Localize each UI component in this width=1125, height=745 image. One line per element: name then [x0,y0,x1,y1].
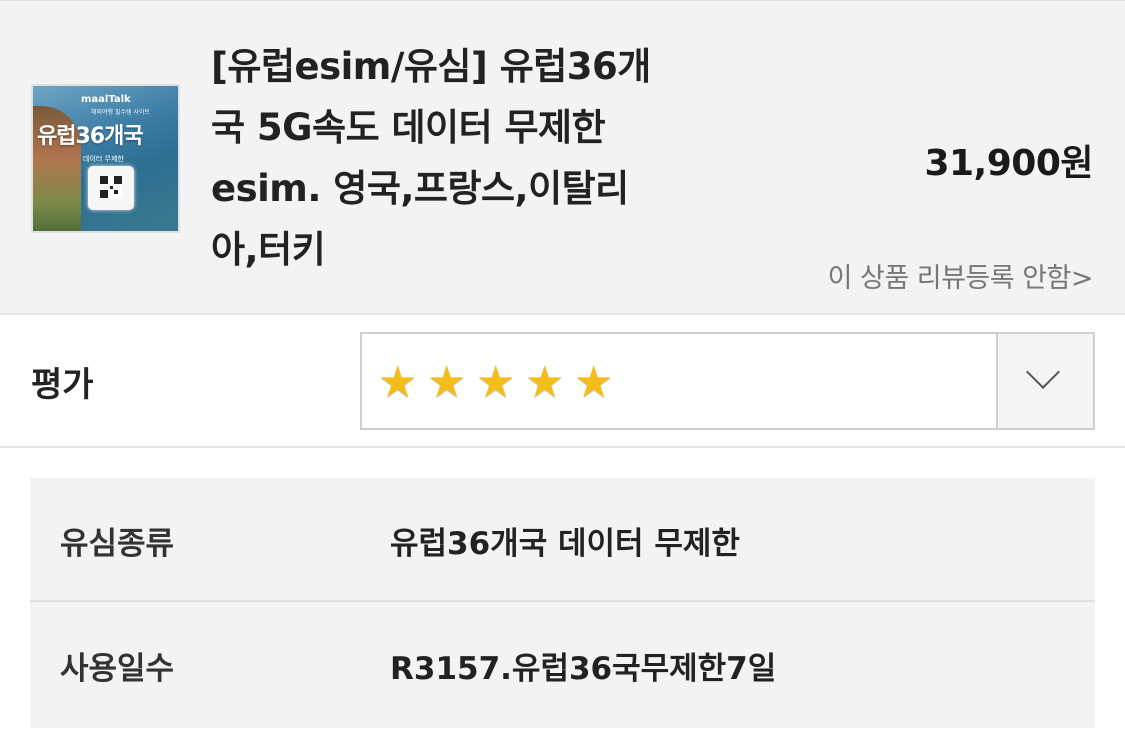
star-icon: ★ [427,356,467,408]
rating-select[interactable]: ★ ★ ★ ★ ★ [360,332,1095,430]
star-icon: ★ [476,356,516,408]
option-row: 유심종류 유럽36개국 데이터 무제한 [30,478,1095,602]
option-value: 유럽36개국 데이터 무제한 [390,526,740,562]
rating-dropdown-toggle[interactable] [996,334,1093,428]
thumbnail-subtitle: 데이터 무제한 [83,155,124,163]
thumbnail-brand: maalTalk [81,94,131,105]
product-title[interactable]: [유럽esim/유심] 유럽36개국 5G속도 데이터 무제한 esim. 영국… [211,36,651,280]
chevron-down-icon [1026,355,1060,389]
option-details: 유심종류 유럽36개국 데이터 무제한 사용일수 R3157.유럽36국무제한7… [30,478,1095,728]
star-icon: ★ [378,356,418,408]
sim-card-icon [88,166,134,210]
thumbnail-title: 유럽36개국 [37,124,144,149]
review-not-registered-link[interactable]: 이 상품 리뷰등록 안함> [828,256,1094,295]
option-key: 사용일수 [60,651,175,687]
product-price: 31,900원 [924,143,1093,184]
rating-row: 평가 ★ ★ ★ ★ ★ [0,315,1125,448]
product-summary: maalTalk 해외여행 필수템 사이트 유럽36개국 데이터 무제한 [유럽… [0,0,1125,315]
star-icon: ★ [525,356,565,408]
product-thumbnail[interactable]: maalTalk 해외여행 필수템 사이트 유럽36개국 데이터 무제한 [31,84,180,233]
option-value: R3157.유럽36국무제한7일 [390,651,777,687]
star-rating: ★ ★ ★ ★ ★ [378,352,617,412]
rating-label: 평가 [31,365,94,405]
thumbnail-brand-sub: 해외여행 필수템 사이트 [91,109,151,116]
option-row: 사용일수 R3157.유럽36국무제한7일 [30,603,1095,727]
option-key: 유심종류 [60,526,175,562]
qr-code-icon [100,176,122,198]
star-icon: ★ [574,356,614,408]
